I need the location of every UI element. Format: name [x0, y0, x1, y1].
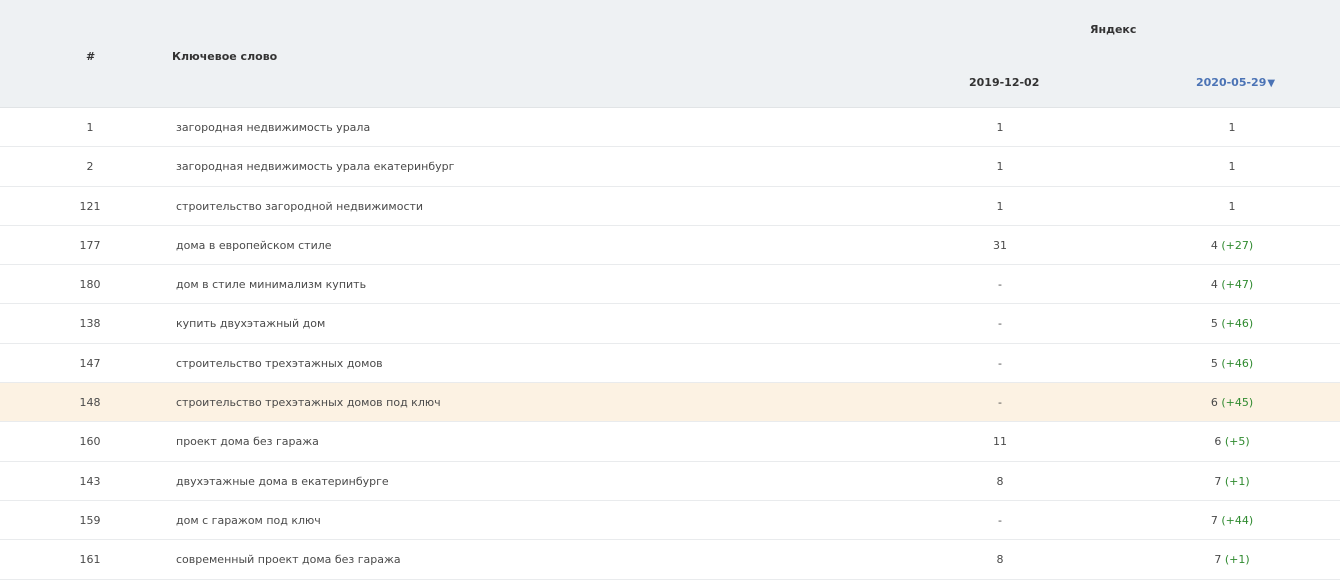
- table-row: 2 загородная недвижимость урала екатерин…: [0, 147, 1340, 187]
- position-delta: (+46): [1221, 317, 1254, 331]
- position-delta: (+47): [1221, 278, 1254, 292]
- positions-table: # Ключевое слово Яндекс 2019-12-02 2020-…: [0, 0, 1340, 580]
- row-position-date-1: 1: [996, 160, 1004, 174]
- column-header-yandex: Яндекс: [1090, 23, 1137, 36]
- row-number: 161: [79, 553, 101, 567]
- position-delta: (+45): [1221, 396, 1254, 410]
- table-row: 177 дома в европейском стиле 31 4 (+27): [0, 226, 1340, 266]
- sort-desc-icon: ▼: [1267, 78, 1276, 89]
- row-keyword: дом с гаражом под ключ: [176, 513, 321, 527]
- position-value: 6: [1210, 396, 1218, 410]
- position-delta: (+46): [1221, 356, 1254, 370]
- row-number: 160: [79, 435, 101, 449]
- position-delta: (+1): [1224, 553, 1250, 567]
- row-number: 159: [79, 513, 101, 527]
- row-position-date-1: -: [998, 396, 1002, 410]
- row-number: 2: [86, 160, 94, 174]
- column-header-date-1[interactable]: 2019-12-02: [969, 76, 1039, 89]
- row-position-date-1: 11: [993, 435, 1007, 449]
- row-position-date-2: 5 (+46): [1180, 317, 1284, 330]
- column-header-date-2-sorted[interactable]: 2020-05-29▼: [1196, 76, 1275, 89]
- position-value: 5: [1210, 356, 1218, 370]
- position-value: 4: [1210, 278, 1218, 292]
- row-keyword: строительство трехэтажных домов под ключ: [176, 396, 441, 410]
- table-row: 159 дом с гаражом под ключ - 7 (+44): [0, 501, 1340, 541]
- row-position-date-1: -: [998, 356, 1002, 370]
- row-number: 121: [79, 199, 101, 213]
- position-value: 1: [1228, 199, 1236, 213]
- row-position-date-1: 1: [996, 121, 1004, 134]
- row-position-date-1: -: [998, 317, 1002, 331]
- column-header-number: #: [86, 50, 96, 63]
- column-header-keyword: Ключевое слово: [172, 50, 278, 63]
- position-delta: (+27): [1221, 238, 1254, 252]
- position-delta: (+1): [1224, 474, 1250, 488]
- row-keyword: строительство загородной недвижимости: [176, 199, 424, 213]
- table-row: 160 проект дома без гаража 11 6 (+5): [0, 422, 1340, 462]
- row-keyword: купить двухэтажный дом: [176, 317, 326, 331]
- table-row: 143 двухэтажные дома в екатеринбурге 8 7…: [0, 462, 1340, 501]
- row-keyword: дома в европейском стиле: [176, 238, 332, 252]
- row-position-date-2: 4 (+27): [1180, 239, 1284, 252]
- table-row-highlighted: 148 строительство трехэтажных домов под …: [0, 383, 1340, 423]
- row-position-date-1: 8: [996, 474, 1004, 488]
- row-keyword: строительство трехэтажных домов: [176, 356, 383, 370]
- row-keyword: проект дома без гаража: [176, 435, 319, 449]
- row-number: 138: [79, 317, 101, 331]
- row-position-date-2: 5 (+46): [1180, 357, 1284, 370]
- row-position-date-2: 4 (+47): [1180, 278, 1284, 291]
- row-position-date-2: 1: [1180, 160, 1284, 173]
- position-delta: (+5): [1224, 435, 1250, 449]
- table-row: 138 купить двухэтажный дом - 5 (+46): [0, 304, 1340, 344]
- row-keyword: загородная недвижимость урала: [176, 121, 371, 134]
- date-2-label: 2020-05-29: [1196, 76, 1267, 89]
- row-number: 143: [79, 474, 101, 488]
- table-row: 180 дом в стиле минимализм купить - 4 (+…: [0, 265, 1340, 305]
- position-value: 4: [1210, 238, 1218, 252]
- row-number: 180: [79, 278, 101, 292]
- row-position-date-1: -: [998, 513, 1002, 527]
- row-position-date-1: -: [998, 278, 1002, 292]
- row-position-date-1: 1: [996, 199, 1004, 213]
- row-position-date-1: 31: [993, 238, 1007, 252]
- row-number: 147: [79, 356, 101, 370]
- position-value: 7: [1210, 513, 1218, 527]
- position-value: 1: [1228, 160, 1236, 174]
- row-keyword: современный проект дома без гаража: [176, 553, 401, 567]
- position-value: 5: [1210, 317, 1218, 331]
- position-delta: (+44): [1221, 513, 1254, 527]
- row-position-date-2: 6 (+45): [1180, 396, 1284, 409]
- position-value: 6: [1214, 435, 1222, 449]
- row-position-date-2: 1: [1180, 121, 1284, 134]
- position-value: 7: [1214, 474, 1222, 488]
- row-position-date-2: 7 (+44): [1180, 514, 1284, 527]
- row-keyword: дом в стиле минимализм купить: [176, 278, 367, 292]
- table-header: # Ключевое слово Яндекс 2019-12-02 2020-…: [0, 0, 1340, 108]
- table-row: 147 строительство трехэтажных домов - 5 …: [0, 344, 1340, 384]
- position-value: 7: [1214, 553, 1222, 567]
- row-keyword: загородная недвижимость урала екатеринбу…: [176, 160, 455, 174]
- row-position-date-2: 6 (+5): [1180, 435, 1284, 448]
- row-position-date-1: 8: [996, 553, 1004, 567]
- row-position-date-2: 7 (+1): [1180, 553, 1284, 566]
- row-keyword: двухэтажные дома в екатеринбурге: [176, 474, 389, 488]
- row-position-date-2: 7 (+1): [1180, 475, 1284, 488]
- table-row: 121 строительство загородной недвижимост…: [0, 187, 1340, 226]
- row-number: 1: [86, 121, 94, 134]
- table-row: 1 загородная недвижимость урала 1 1: [0, 108, 1340, 148]
- position-value: 1: [1228, 121, 1236, 134]
- row-number: 148: [79, 396, 101, 410]
- row-number: 177: [79, 238, 101, 252]
- table-row: 161 современный проект дома без гаража 8…: [0, 540, 1340, 580]
- row-position-date-2: 1: [1180, 200, 1284, 213]
